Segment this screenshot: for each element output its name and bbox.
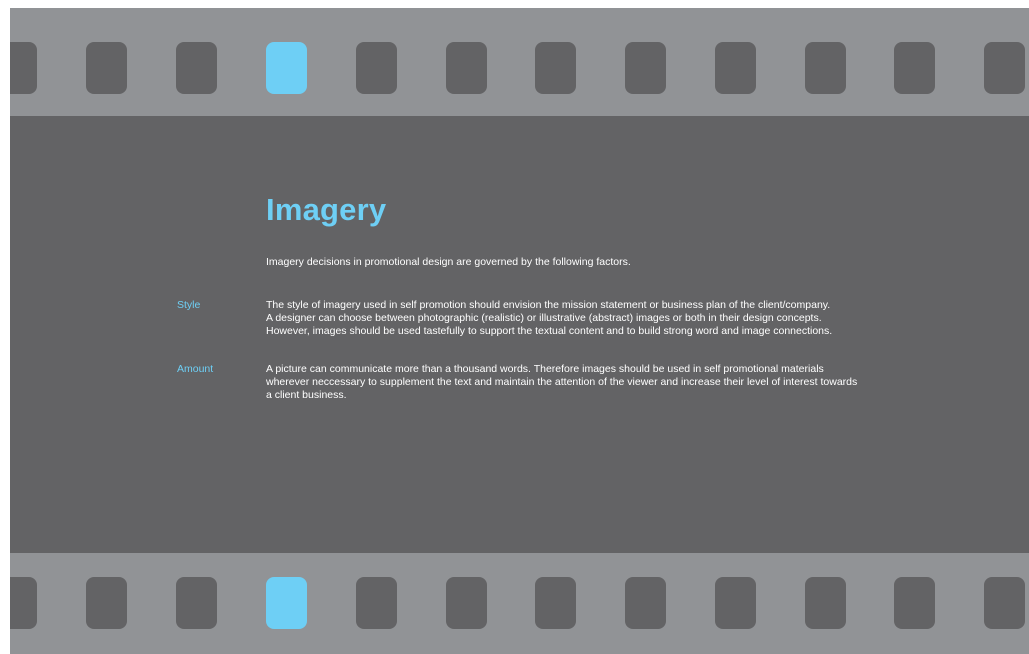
sprocket-hole: [535, 577, 576, 629]
sprocket-hole: [805, 42, 846, 94]
sprocket-hole: [715, 577, 756, 629]
sprocket-hole: [894, 577, 935, 629]
sprocket-hole: [625, 577, 666, 629]
sprocket-hole: [356, 42, 397, 94]
filmstrip-top: [10, 8, 1029, 116]
sprocket-hole: [10, 42, 37, 94]
sprocket-hole: [535, 42, 576, 94]
sprocket-hole: [86, 577, 127, 629]
sprocket-hole: [176, 42, 217, 94]
text-line: The style of imagery used in self promot…: [266, 299, 831, 311]
factor-label-amount: Amount: [177, 363, 214, 375]
sprocket-hole: [356, 577, 397, 629]
filmstrip-bottom: [10, 553, 1029, 654]
sprocket-hole: [446, 577, 487, 629]
text-line: A designer can choose between photograph…: [266, 312, 822, 324]
page-title: Imagery: [266, 192, 387, 227]
intro-text: Imagery decisions in promotional design …: [266, 256, 631, 268]
slide: Imagery Imagery decisions in promotional…: [10, 8, 1029, 654]
text-line: A picture can communicate more than a th…: [266, 363, 824, 375]
text-line: However, images should be used tastefull…: [266, 325, 833, 337]
sprocket-hole-highlighted: [266, 577, 307, 629]
factor-label-style: Style: [177, 299, 201, 311]
sprocket-hole: [625, 42, 666, 94]
sprocket-hole: [894, 42, 935, 94]
text-line: wherever neccessary to supplement the te…: [266, 376, 858, 388]
factor-text-amount: A picture can communicate more than a th…: [266, 363, 986, 402]
sprocket-hole-highlighted: [266, 42, 307, 94]
sprocket-hole: [446, 42, 487, 94]
text-line: a client business.: [266, 389, 347, 401]
content-panel: Imagery Imagery decisions in promotional…: [10, 116, 1029, 553]
sprocket-hole: [984, 577, 1025, 629]
factor-text-style: The style of imagery used in self promot…: [266, 299, 986, 338]
sprocket-hole: [715, 42, 756, 94]
sprocket-hole: [805, 577, 846, 629]
sprocket-hole: [86, 42, 127, 94]
sprocket-hole: [984, 42, 1025, 94]
sprocket-hole: [10, 577, 37, 629]
sprocket-hole: [176, 577, 217, 629]
